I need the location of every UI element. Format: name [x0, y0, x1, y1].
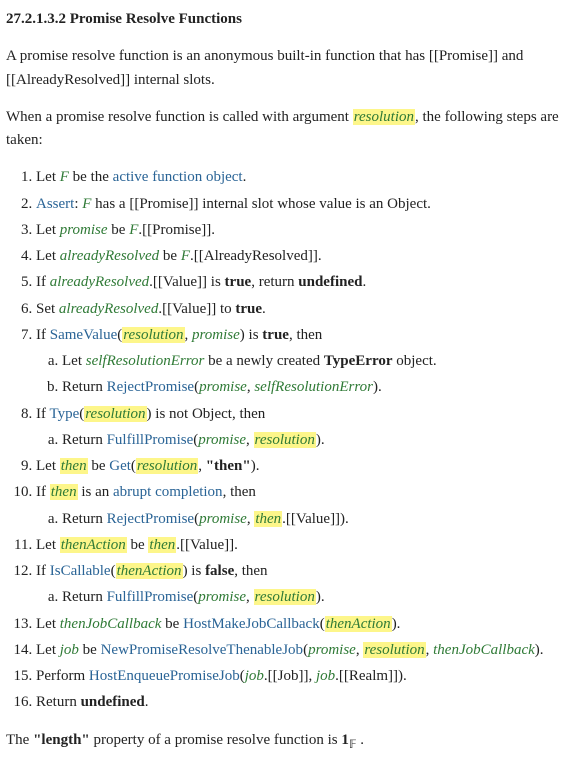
spec-variable-highlighted: then [60, 458, 88, 474]
intro-paragraph-1: A promise resolve function is an anonymo… [6, 45, 563, 92]
spec-term-link[interactable]: Get [109, 458, 131, 474]
spec-keyword: "length" [33, 732, 90, 748]
spec-variable: alreadyResolved [60, 248, 159, 264]
outro-paragraph: The "length" property of a promise resol… [6, 729, 563, 754]
algorithm-step: Let F be the active function object. [36, 166, 563, 189]
spec-variable: selfResolutionError [86, 353, 205, 369]
spec-variable-highlighted: resolution [122, 327, 184, 343]
spec-variable: promise [199, 379, 247, 395]
spec-keyword: true [262, 327, 289, 343]
section-title: 27.2.1.3.2 Promise Resolve Functions [6, 8, 563, 31]
spec-variable-highlighted: resolution [254, 589, 316, 605]
algorithm-step: Return undefined. [36, 691, 563, 714]
spec-variable: job [60, 642, 79, 658]
algorithm-step: Let thenAction be then.[[Value]]. [36, 534, 563, 557]
algorithm-step: Assert: F has a [[Promise]] internal slo… [36, 193, 563, 216]
algorithm-step: If alreadyResolved.[[Value]] is true, re… [36, 271, 563, 294]
algorithm-substeps: Return FulfillPromise(promise, resolutio… [36, 429, 563, 452]
spec-term-link[interactable]: HostEnqueuePromiseJob [89, 668, 240, 684]
spec-keyword: true [225, 274, 252, 290]
spec-term-link[interactable]: FulfillPromise [107, 589, 194, 605]
spec-variable-highlighted: thenAction [325, 616, 392, 632]
algorithm-substeps: Return RejectPromise(promise, then.[[Val… [36, 508, 563, 531]
algorithm-substep: Let selfResolutionError be a newly creat… [62, 350, 563, 373]
spec-term-link[interactable]: Assert [36, 196, 74, 212]
algorithm-steps: Let F be the active function object. Asse… [6, 166, 563, 714]
algorithm-step: Let job be NewPromiseResolveThenableJob(… [36, 639, 563, 662]
intro-paragraph-2: When a promise resolve function is calle… [6, 106, 563, 153]
algorithm-step: Let thenJobCallback be HostMakeJobCallba… [36, 613, 563, 636]
algorithm-step: If Type(resolution) is not Object, thenR… [36, 403, 563, 453]
spec-variable-highlighted: resolution [363, 642, 425, 658]
algorithm-substep: Return RejectPromise(promise, selfResolu… [62, 376, 563, 399]
spec-variable-highlighted: then [254, 511, 282, 527]
algorithm-step: Set alreadyResolved.[[Value]] to true. [36, 298, 563, 321]
spec-variable: promise [198, 589, 246, 605]
spec-variable-highlighted: resolution [353, 109, 415, 125]
spec-keyword: true [235, 301, 262, 317]
spec-variable-highlighted: thenAction [116, 563, 183, 579]
spec-variable: F [60, 169, 69, 185]
spec-term-link[interactable]: FulfillPromise [107, 432, 194, 448]
algorithm-substep: Return FulfillPromise(promise, resolutio… [62, 429, 563, 452]
spec-variable: promise [308, 642, 356, 658]
spec-variable: thenJobCallback [60, 616, 162, 632]
spec-section: 27.2.1.3.2 Promise Resolve Functions A p… [0, 0, 569, 784]
spec-variable: F [181, 248, 190, 264]
spec-variable: thenJobCallback [433, 642, 535, 658]
spec-variable-highlighted: resolution [254, 432, 316, 448]
spec-variable-highlighted: then [50, 484, 78, 500]
spec-keyword: 1 [341, 732, 349, 748]
algorithm-step: If then is an abrupt completion, thenRet… [36, 481, 563, 531]
spec-variable: promise [60, 222, 108, 238]
spec-variable: job [316, 668, 335, 684]
spec-variable: job [245, 668, 264, 684]
spec-variable: promise [199, 511, 247, 527]
spec-variable: selfResolutionError [254, 379, 373, 395]
spec-keyword: TypeError [324, 353, 393, 369]
spec-term-link[interactable]: active function object [113, 169, 243, 185]
spec-term-link[interactable]: RejectPromise [107, 379, 194, 395]
algorithm-substeps: Let selfResolutionError be a newly creat… [36, 350, 563, 400]
spec-variable-highlighted: then [148, 537, 176, 553]
spec-variable: F [82, 196, 91, 212]
algorithm-step: If IsCallable(thenAction) is false, then… [36, 560, 563, 610]
spec-variable-highlighted: resolution [136, 458, 198, 474]
spec-variable: alreadyResolved [59, 301, 158, 317]
spec-variable-highlighted: thenAction [60, 537, 127, 553]
spec-term-link[interactable]: RejectPromise [107, 511, 194, 527]
spec-keyword: undefined [81, 694, 145, 710]
spec-keyword: false [205, 563, 234, 579]
math-subscript: 𝔽 [349, 739, 357, 751]
algorithm-step: Let then be Get(resolution, "then"). [36, 455, 563, 478]
algorithm-step: Let alreadyResolved be F.[[AlreadyResolv… [36, 245, 563, 268]
spec-term-link[interactable]: abrupt completion [113, 484, 223, 500]
spec-term-link[interactable]: HostMakeJobCallback [183, 616, 320, 632]
spec-variable: F [129, 222, 138, 238]
spec-variable-highlighted: resolution [84, 406, 146, 422]
spec-variable: alreadyResolved [50, 274, 149, 290]
spec-term-link[interactable]: Type [49, 406, 79, 422]
spec-keyword: "then" [206, 458, 251, 474]
algorithm-substeps: Return FulfillPromise(promise, resolutio… [36, 586, 563, 609]
algorithm-step: Perform HostEnqueuePromiseJob(job.[[Job]… [36, 665, 563, 688]
algorithm-substep: Return RejectPromise(promise, then.[[Val… [62, 508, 563, 531]
spec-term-link[interactable]: IsCallable [50, 563, 111, 579]
algorithm-step: If SameValue(resolution, promise) is tru… [36, 324, 563, 400]
algorithm-step: Let promise be F.[[Promise]]. [36, 219, 563, 242]
spec-variable: promise [192, 327, 240, 343]
algorithm-substep: Return FulfillPromise(promise, resolutio… [62, 586, 563, 609]
spec-variable: promise [198, 432, 246, 448]
spec-keyword: undefined [298, 274, 362, 290]
spec-term-link[interactable]: NewPromiseResolveThenableJob [101, 642, 303, 658]
spec-term-link[interactable]: SameValue [50, 327, 117, 343]
